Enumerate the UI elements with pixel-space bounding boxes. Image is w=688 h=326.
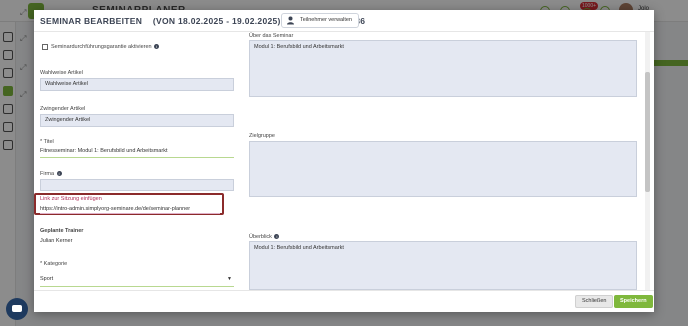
save-button[interactable]: Speichern xyxy=(614,295,653,308)
info-icon[interactable]: i xyxy=(274,234,280,240)
title-input[interactable]: Fitnesseminar: Modul 1: Berufsbild und A… xyxy=(40,148,234,158)
optional-article-label: Wahlweise Artikel xyxy=(40,70,83,76)
overview-textarea[interactable]: Modul 1: Berufsbild und Arbeitsmarkt xyxy=(249,241,637,290)
modal-header: SEMINAR BEARBEITEN (VON 18.02.2025 - 19.… xyxy=(34,10,654,32)
info-icon[interactable]: i xyxy=(154,44,160,50)
guarantee-checkbox-label: Seminardurchführungsgarantie aktivieren … xyxy=(51,44,160,50)
company-label-text: Firma xyxy=(40,171,55,177)
about-textarea[interactable]: Modul 1: Berufsbild und Arbeitsmarkt xyxy=(249,40,637,97)
trainer-value: Julian Kerner xyxy=(40,238,73,244)
meeting-link-underline xyxy=(40,213,220,214)
overview-value: Modul 1: Berufsbild und Arbeitsmarkt xyxy=(254,245,344,251)
guarantee-checkbox-text: Seminardurchführungsgarantie aktivieren xyxy=(51,44,152,50)
modal-title-main: SEMINAR BEARBEITEN xyxy=(40,16,143,26)
title-label: * Titel xyxy=(40,139,54,145)
mandatory-article-field[interactable]: Zwingender Artikel xyxy=(40,114,234,127)
info-icon[interactable]: i xyxy=(56,171,62,177)
mandatory-article-value: Zwingender Artikel xyxy=(45,117,91,123)
person-settings-icon xyxy=(287,16,294,25)
meeting-link-label: Link zur Sitzung einfügen xyxy=(40,196,102,202)
about-value: Modul 1: Berufsbild und Arbeitsmarkt xyxy=(254,44,344,50)
category-select[interactable]: Sport ▼ xyxy=(40,276,234,287)
scrollbar-thumb[interactable] xyxy=(645,72,650,192)
trainer-label: Geplante Trainer xyxy=(40,228,84,234)
target-group-textarea[interactable] xyxy=(249,141,637,197)
overview-label-text: Überblick xyxy=(249,234,272,240)
modal-title-dates: (VON 18.02.2025 - 19.02.2025) xyxy=(152,16,281,26)
optional-article-value: Wahlweise Artikel xyxy=(45,81,88,87)
chat-bubble-button[interactable] xyxy=(6,298,28,320)
target-group-label: Zielgruppe xyxy=(249,133,275,139)
category-selected-value: Sport xyxy=(40,276,54,282)
meeting-link-input[interactable]: https://intro-admin.simplyorg-seminare.d… xyxy=(40,206,220,212)
manage-participants-label: Teilnehmer verwalten xyxy=(300,17,352,23)
target-group-value xyxy=(250,142,636,148)
company-label: Firma i xyxy=(40,171,62,177)
close-button[interactable]: Schließen xyxy=(575,295,614,308)
chevron-down-icon: ▼ xyxy=(227,276,232,282)
optional-article-field[interactable]: Wahlweise Artikel xyxy=(40,78,234,91)
mandatory-article-label: Zwingender Artikel xyxy=(40,106,86,112)
category-label: * Kategorie xyxy=(40,261,68,267)
modal-footer: Schließen Speichern xyxy=(34,290,654,312)
overview-label: Überblick i xyxy=(249,234,280,240)
edit-seminar-modal: SEMINAR BEARBEITEN (VON 18.02.2025 - 19.… xyxy=(34,10,654,312)
about-label: Über das Seminar xyxy=(249,33,294,39)
company-field[interactable] xyxy=(40,179,234,191)
guarantee-checkbox[interactable] xyxy=(42,44,48,50)
manage-participants-button[interactable]: Teilnehmer verwalten xyxy=(281,13,359,28)
modal-body[interactable]: Seminardurchführungsgarantie aktivieren … xyxy=(34,32,654,290)
